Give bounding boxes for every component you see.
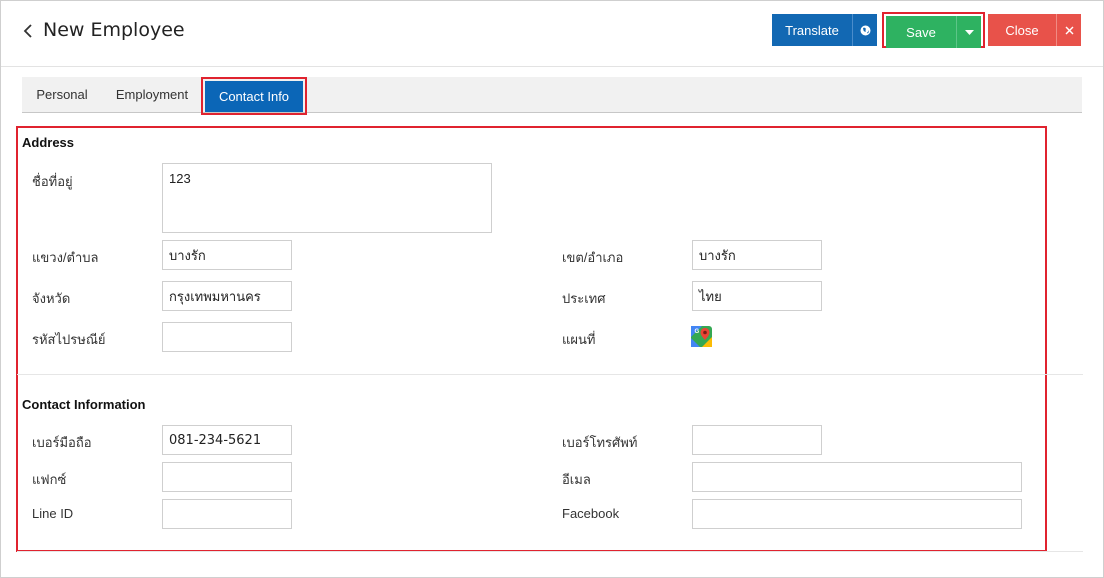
chevron-left-icon[interactable] (21, 21, 35, 41)
section-divider (17, 374, 1083, 375)
close-icon (1065, 26, 1073, 34)
fax-label: แฟกซ์ (32, 472, 67, 487)
province-label: จังหวัด (32, 291, 71, 306)
tab-bar: Personal Employment Contact Info (22, 77, 1082, 115)
district-label: เขต/อำเภอ (562, 250, 624, 265)
phone-label: เบอร์โทรศัพท์ (562, 435, 638, 450)
close-x-button[interactable] (1056, 14, 1081, 46)
mobile-field[interactable]: 081-234-5621 (162, 425, 292, 455)
country-field[interactable]: ไทย (692, 281, 822, 311)
facebook-label: Facebook (562, 506, 620, 521)
line-id-field[interactable] (162, 499, 292, 529)
postal-code-field[interactable] (162, 322, 292, 352)
address-name-field[interactable]: 123 (162, 163, 492, 233)
contact-section-title: Contact Information (22, 397, 146, 412)
tab-contact-info-highlight: Contact Info (201, 77, 307, 115)
address-section-title: Address (22, 135, 75, 150)
caret-down-icon (964, 29, 974, 35)
email-field[interactable] (692, 462, 1022, 492)
svg-text:G: G (695, 329, 700, 335)
tab-contact-info[interactable]: Contact Info (205, 81, 303, 112)
globe-button[interactable] (852, 14, 877, 46)
subdistrict-field[interactable]: บางรัก (162, 240, 292, 270)
bottom-divider (17, 551, 1083, 552)
email-label: อีเมล (562, 472, 591, 487)
mobile-label: เบอร์มือถือ (32, 435, 92, 450)
globe-icon (860, 25, 870, 35)
fax-field[interactable] (162, 462, 292, 492)
page-title: New Employee (43, 19, 185, 41)
subdistrict-label: แขวง/ตำบล (32, 250, 99, 265)
tab-personal[interactable]: Personal (22, 77, 102, 112)
close-button[interactable]: Close (988, 14, 1056, 46)
translate-button[interactable]: Translate (772, 14, 852, 46)
save-dropdown-button[interactable] (956, 16, 981, 48)
google-maps-icon[interactable]: G (691, 326, 712, 347)
tab-employment[interactable]: Employment (106, 77, 198, 112)
district-field[interactable]: บางรัก (692, 240, 822, 270)
line-id-label: Line ID (32, 506, 74, 521)
save-button-group: Save (882, 12, 985, 48)
address-name-label: ชื่อที่อยู่ (32, 174, 73, 189)
province-field[interactable]: กรุงเทพมหานคร (162, 281, 292, 311)
map-label: แผนที่ (562, 332, 596, 347)
phone-field[interactable] (692, 425, 822, 455)
facebook-field[interactable] (692, 499, 1022, 529)
country-label: ประเทศ (562, 291, 606, 306)
save-button[interactable]: Save (886, 16, 956, 48)
postal-code-label: รหัสไปรษณีย์ (32, 332, 106, 347)
